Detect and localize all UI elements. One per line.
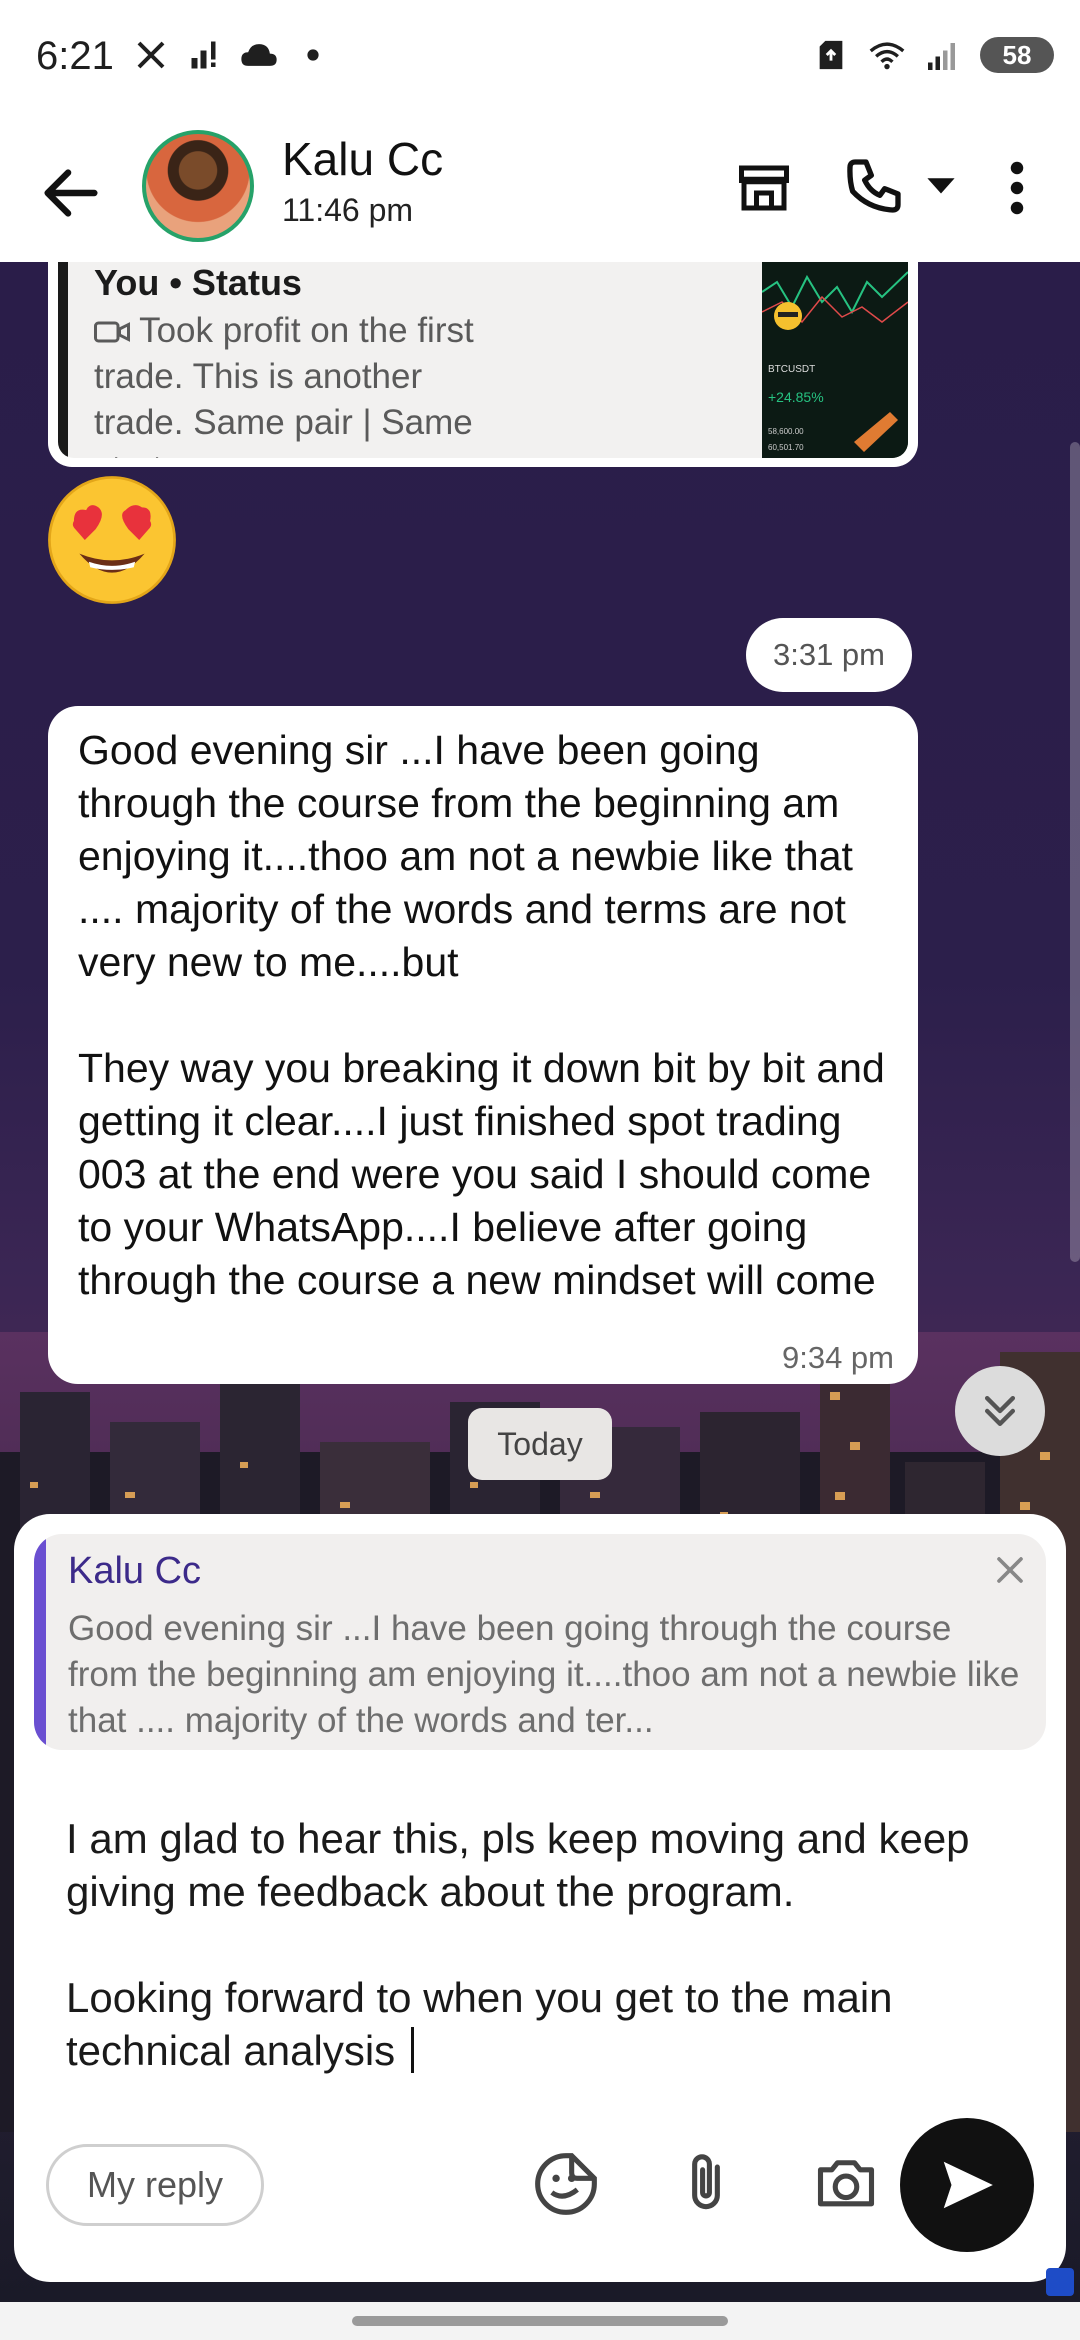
corner-badge-icon xyxy=(1046,2268,1074,2296)
chat-scrollbar[interactable] xyxy=(1070,442,1080,1262)
status-caption: Took profit on the first trade. This is … xyxy=(94,311,474,458)
avatar[interactable] xyxy=(142,130,254,242)
text-cursor xyxy=(410,2027,414,2073)
status-card-inner: You • Status Took profit on the first tr… xyxy=(58,262,908,458)
status-thumbnail: BTCUSDT +24.85% 58,600.00 60,501.70 xyxy=(762,262,908,458)
sticker-icon[interactable] xyxy=(532,2150,600,2218)
status-icons-left xyxy=(132,36,332,74)
dot-icon xyxy=(294,36,332,74)
contact-name[interactable]: Kalu Cc xyxy=(282,132,443,186)
store-icon[interactable] xyxy=(734,158,794,218)
double-chevron-down-icon xyxy=(984,1395,1016,1427)
reply-accent-bar xyxy=(34,1534,46,1750)
sim-card-icon xyxy=(812,36,850,74)
phone-icon[interactable] xyxy=(842,154,906,218)
thumb-price-1: 58,600.00 xyxy=(768,427,804,436)
message-time: 9:34 pm xyxy=(781,1340,894,1375)
send-button[interactable] xyxy=(900,2118,1034,2252)
reply-to-text: Good evening sir ...I have been going th… xyxy=(68,1609,1020,1740)
caret-down-icon[interactable] xyxy=(924,170,958,200)
quoted-status-card[interactable]: You • Status Took profit on the first tr… xyxy=(48,262,918,467)
cloud-icon xyxy=(240,36,278,74)
signal-alert-icon xyxy=(186,36,224,74)
back-arrow-icon[interactable] xyxy=(36,158,106,228)
message-text: Good evening sir ...I have been going th… xyxy=(78,727,885,1303)
status-text: Took profit on the first trade. This is … xyxy=(94,308,494,458)
battery-icon: 58 xyxy=(980,37,1054,73)
cell-signal-icon xyxy=(924,36,962,74)
navigation-bar xyxy=(0,2302,1080,2340)
message-input[interactable]: I am glad to hear this, pls keep moving … xyxy=(66,1812,1026,2077)
reply-to-name: Kalu Cc xyxy=(68,1550,202,1592)
more-vert-icon[interactable] xyxy=(1000,158,1034,218)
send-icon xyxy=(943,2161,993,2209)
date-chip: Today xyxy=(468,1408,612,1480)
time-pill: 3:31 pm xyxy=(746,618,912,692)
status-accent-bar xyxy=(58,262,68,458)
last-seen: 11:46 pm xyxy=(282,192,414,228)
status-time: 6:21 xyxy=(36,34,114,78)
incoming-message-bubble[interactable]: Good evening sir ...I have been going th… xyxy=(48,706,918,1384)
close-icon[interactable] xyxy=(988,1548,1032,1592)
x-logo-icon xyxy=(132,36,170,74)
my-reply-button[interactable]: My reply xyxy=(46,2144,264,2226)
draft-text: I am glad to hear this, pls keep moving … xyxy=(66,1815,970,2074)
composer-panel: Kalu Cc Good evening sir ...I have been … xyxy=(14,1514,1066,2282)
screen: 6:21 58 Kalu Cc 11:46 pm You • Status To… xyxy=(0,0,1080,2340)
thumb-change: +24.85% xyxy=(768,389,824,405)
scroll-to-bottom-button[interactable] xyxy=(955,1366,1045,1456)
thumb-price-2: 60,501.70 xyxy=(768,443,804,452)
status-title: You • Status xyxy=(94,262,302,303)
attach-icon[interactable] xyxy=(672,2150,740,2218)
video-icon xyxy=(94,311,139,350)
home-gesture-handle[interactable] xyxy=(352,2316,728,2326)
reply-preview[interactable]: Kalu Cc Good evening sir ...I have been … xyxy=(34,1534,1046,1750)
status-bar: 6:21 58 xyxy=(0,0,1080,122)
status-icons-right: 58 xyxy=(812,36,1054,74)
thumb-pair: BTCUSDT xyxy=(768,364,815,375)
camera-icon[interactable] xyxy=(812,2150,880,2218)
chat-header: Kalu Cc 11:46 pm xyxy=(0,122,1080,262)
wifi-icon xyxy=(868,36,906,74)
heart-eyes-emoji-icon[interactable] xyxy=(44,472,180,608)
